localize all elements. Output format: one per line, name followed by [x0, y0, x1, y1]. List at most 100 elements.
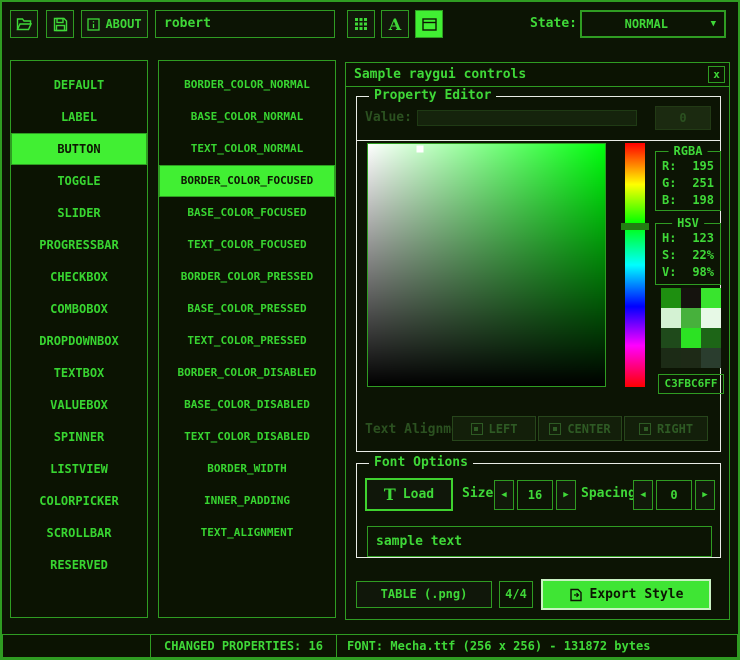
font-view-button[interactable]: A: [381, 10, 409, 38]
load-font-button[interactable]: T Load: [365, 478, 453, 511]
grid-icon: [354, 17, 368, 31]
control-item-label[interactable]: LABEL: [11, 101, 147, 133]
align-right-toggle[interactable]: RIGHT: [624, 416, 708, 441]
control-item-reserved[interactable]: RESERVED: [11, 549, 147, 581]
export-format-button[interactable]: TABLE (.png): [356, 581, 492, 608]
control-item-valuebox[interactable]: VALUEBOX: [11, 389, 147, 421]
state-dropdown-value: NORMAL: [582, 17, 711, 31]
rgba-row: R:195: [656, 158, 720, 175]
statusbar-left: [2, 634, 151, 658]
color-swatch-9[interactable]: [661, 348, 681, 368]
text-alignment-toggles: LEFTCENTERRIGHT: [452, 416, 708, 441]
property-item-text_color_disabled[interactable]: TEXT_COLOR_DISABLED: [159, 421, 335, 453]
color-swatch-5[interactable]: [701, 308, 721, 328]
sample-window-title: Sample raygui controls: [354, 63, 526, 86]
control-item-colorpicker[interactable]: COLORPICKER: [11, 485, 147, 517]
color-swatch-11[interactable]: [701, 348, 721, 368]
color-swatch-8[interactable]: [701, 328, 721, 348]
control-item-slider[interactable]: SLIDER: [11, 197, 147, 229]
spacing-value-box[interactable]: 0: [656, 480, 692, 510]
grid-view-button[interactable]: [347, 10, 375, 38]
spacing-increase-button[interactable]: ▶: [695, 480, 715, 510]
size-value-box[interactable]: 16: [517, 480, 553, 510]
property-item-border_width[interactable]: BORDER_WIDTH: [159, 453, 335, 485]
hex-value-box[interactable]: C3FBC6FF: [658, 374, 724, 394]
state-label: State:: [507, 10, 577, 38]
property-item-text_color_pressed[interactable]: TEXT_COLOR_PRESSED: [159, 325, 335, 357]
control-item-toggle[interactable]: TOGGLE: [11, 165, 147, 197]
color-swatch-1[interactable]: [681, 288, 701, 308]
color-swatch-10[interactable]: [681, 348, 701, 368]
color-swatch-0[interactable]: [661, 288, 681, 308]
control-item-checkbox[interactable]: CHECKBOX: [11, 261, 147, 293]
control-item-dropdownbox[interactable]: DROPDOWNBOX: [11, 325, 147, 357]
value-slider[interactable]: [417, 110, 637, 126]
align-left-toggle[interactable]: LEFT: [452, 416, 536, 441]
close-icon[interactable]: x: [708, 66, 725, 83]
property-item-base_color_pressed[interactable]: BASE_COLOR_PRESSED: [159, 293, 335, 325]
statusbar-font-info: FONT: Mecha.ttf (256 x 256) - 131872 byt…: [336, 634, 738, 658]
sample-window-titlebar: Sample raygui controls x: [346, 63, 729, 87]
statusbar-changed-properties: CHANGED PROPERTIES: 16: [150, 634, 337, 658]
hsv-row: S:22%: [656, 247, 720, 264]
info-icon: [87, 18, 100, 31]
property-item-border_color_pressed[interactable]: BORDER_COLOR_PRESSED: [159, 261, 335, 293]
about-button-label: ABOUT: [105, 17, 141, 31]
property-item-base_color_disabled[interactable]: BASE_COLOR_DISABLED: [159, 389, 335, 421]
property-item-border_color_disabled[interactable]: BORDER_COLOR_DISABLED: [159, 357, 335, 389]
color-swatch-2[interactable]: [701, 288, 721, 308]
property-item-base_color_normal[interactable]: BASE_COLOR_NORMAL: [159, 101, 335, 133]
color-swatch-grid: [661, 288, 721, 368]
control-item-default[interactable]: DEFAULT: [11, 69, 147, 101]
color-swatch-4[interactable]: [681, 308, 701, 328]
align-center-toggle[interactable]: CENTER: [538, 416, 622, 441]
control-item-progressbar[interactable]: PROGRESSBAR: [11, 229, 147, 261]
font-a-icon: A: [389, 15, 401, 34]
export-style-label: Export Style: [590, 587, 684, 602]
hue-bar[interactable]: [625, 143, 645, 387]
color-swatch-6[interactable]: [661, 328, 681, 348]
size-decrease-button[interactable]: ◀: [494, 480, 514, 510]
control-item-spinner[interactable]: SPINNER: [11, 421, 147, 453]
control-item-button[interactable]: BUTTON: [11, 133, 147, 165]
window-view-button[interactable]: [415, 10, 443, 38]
property-item-border_color_normal[interactable]: BORDER_COLOR_NORMAL: [159, 69, 335, 101]
value-box[interactable]: 0: [655, 106, 711, 130]
property-editor-group: Property Editor Value: 0 RGBA R:195G:251…: [356, 96, 721, 452]
size-increase-button[interactable]: ▶: [556, 480, 576, 510]
chevron-left-icon: ◀: [501, 490, 506, 500]
control-item-scrollbar[interactable]: SCROLLBAR: [11, 517, 147, 549]
open-file-button[interactable]: [10, 10, 38, 38]
rgba-row: B:198: [656, 192, 720, 209]
property-item-text_alignment[interactable]: TEXT_ALIGNMENT: [159, 517, 335, 549]
color-picker-cursor[interactable]: [417, 145, 424, 152]
property-editor-label: Property Editor: [369, 89, 496, 103]
control-item-textbox[interactable]: TEXTBOX: [11, 357, 147, 389]
property-item-text_color_normal[interactable]: TEXT_COLOR_NORMAL: [159, 133, 335, 165]
hsv-group: HSV H:123S:22%V:98%: [655, 223, 721, 285]
controls-list: DEFAULTLABELBUTTONTOGGLESLIDERPROGRESSBA…: [10, 60, 148, 618]
color-swatch-3[interactable]: [661, 308, 681, 328]
property-item-inner_padding[interactable]: INNER_PADDING: [159, 485, 335, 517]
rgba-row: G:251: [656, 175, 720, 192]
hue-slider-handle[interactable]: [621, 223, 649, 230]
control-item-combobox[interactable]: COMBOBOX: [11, 293, 147, 325]
style-name-input[interactable]: robert: [155, 10, 335, 38]
hsv-title: HSV: [672, 216, 704, 230]
align-right-icon: [639, 423, 651, 435]
property-item-border_color_focused[interactable]: BORDER_COLOR_FOCUSED: [159, 165, 335, 197]
save-file-button[interactable]: [46, 10, 74, 38]
about-button[interactable]: ABOUT: [81, 10, 148, 38]
color-picker-panel[interactable]: [367, 143, 606, 387]
property-item-text_color_focused[interactable]: TEXT_COLOR_FOCUSED: [159, 229, 335, 261]
export-style-button[interactable]: Export Style: [541, 579, 711, 610]
sample-text-input[interactable]: sample text: [367, 526, 712, 557]
spacing-decrease-button[interactable]: ◀: [633, 480, 653, 510]
align-left-icon: [471, 423, 483, 435]
state-dropdown[interactable]: NORMAL ▼: [580, 10, 726, 38]
property-item-base_color_focused[interactable]: BASE_COLOR_FOCUSED: [159, 197, 335, 229]
color-swatch-7[interactable]: [681, 328, 701, 348]
rgba-group: RGBA R:195G:251B:198: [655, 151, 721, 211]
control-item-listview[interactable]: LISTVIEW: [11, 453, 147, 485]
load-button-label: Load: [403, 487, 434, 502]
